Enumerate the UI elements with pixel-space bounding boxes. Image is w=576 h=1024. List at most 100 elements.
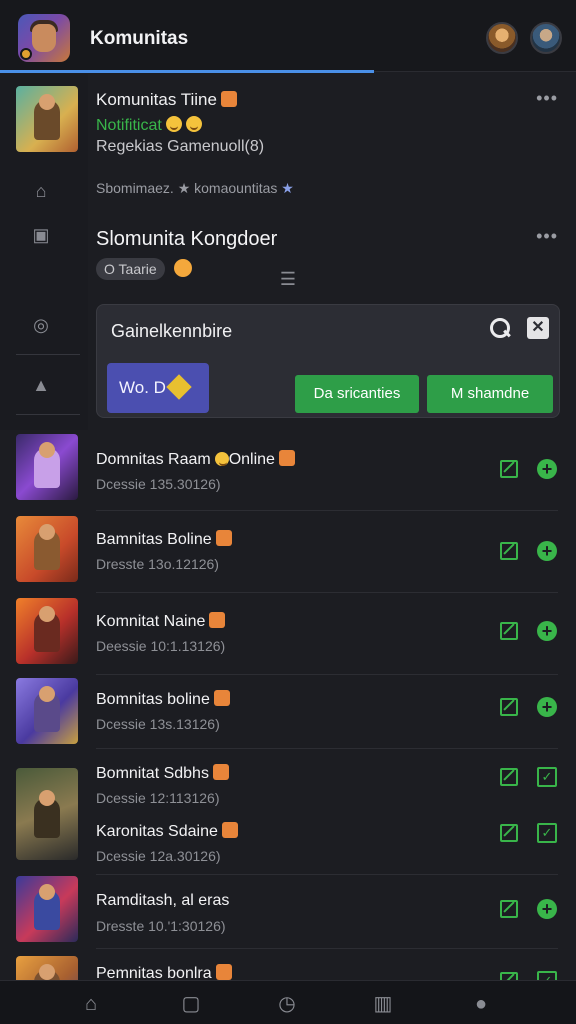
close-icon[interactable]: ✕: [527, 317, 549, 339]
secondary-action-button[interactable]: M shamdne: [427, 375, 553, 413]
list-item[interactable]: Ramditash, al eras Dresste 10.'1:30126) …: [0, 876, 576, 949]
thumbnail-figure-head: [39, 442, 55, 458]
thumbnail-figure-head: [39, 524, 55, 540]
row-title-text: Karonitas Sdaine: [96, 823, 218, 840]
thumbnail-figure-head: [39, 606, 55, 622]
list-item[interactable]: Komnitat Naine Deessie 10:1.13126) +: [0, 594, 576, 675]
row-title-text: Komnitat Naine: [96, 613, 206, 630]
row-title: Bamnitas Boline: [96, 530, 232, 549]
featured-title: Komunitas Tiine: [96, 90, 237, 110]
smile-emoji-icon: [165, 116, 182, 132]
badge-icon: [221, 822, 238, 838]
search-icon[interactable]: [489, 317, 511, 339]
star-icon: ★: [281, 180, 294, 196]
smile-emoji-icon: [185, 116, 202, 132]
edit-icon[interactable]: [500, 768, 518, 786]
row-meta: Dcessie 13s.13126): [96, 716, 220, 732]
page-title: Komunitas: [90, 28, 189, 49]
more-dots-icon[interactable]: •••: [536, 226, 558, 247]
home-icon[interactable]: ⌂: [80, 993, 102, 1015]
row-meta: Dresste 10.'1:30126): [96, 918, 226, 934]
edit-icon[interactable]: [500, 542, 518, 560]
sparkle-icon: [166, 374, 192, 400]
loading-progress-bar: [0, 70, 375, 73]
ring-icon[interactable]: ◎: [30, 314, 52, 336]
row-title-text: Bamnitas Boline: [96, 531, 212, 548]
smile-emoji-icon: [174, 259, 192, 277]
check-icon[interactable]: ✓: [537, 767, 557, 787]
thumbnail-figure-head: [39, 686, 55, 702]
edit-icon[interactable]: [500, 622, 518, 640]
cards-icon[interactable]: ▣: [30, 224, 52, 246]
row-title: Bomnitas boline: [96, 690, 230, 709]
featured-thumbnail: [16, 86, 78, 152]
list-item[interactable]: Pemnitas bonlra ✓: [0, 956, 576, 980]
top-bar: Komunitas: [0, 0, 576, 73]
row-title: Ramditash, al eras: [96, 892, 230, 909]
edit-icon[interactable]: [500, 900, 518, 918]
primary-action-button[interactable]: Da sricanties: [295, 375, 419, 413]
arrow-up-icon[interactable]: ▲: [30, 374, 52, 396]
row-divider: [96, 510, 558, 511]
badge-icon: [213, 690, 230, 706]
smile-emoji-icon: [214, 452, 229, 466]
app-icon-face: [32, 24, 56, 52]
badge-icon: [215, 530, 232, 546]
featured-meta: Sbomimaez. ★ komaountitas ★: [96, 180, 294, 197]
featured-community[interactable]: Komunitas Tiine Notifiticat Regekias Gam…: [0, 74, 576, 214]
community-list: Domnitas Raam Online Dcessie 135.30126) +…: [0, 430, 576, 980]
row-meta: Dcessie 12:113126): [96, 790, 220, 806]
row-thumbnail: [16, 598, 78, 664]
row-meta: Dcessie 12a.30126): [96, 848, 221, 864]
badge-icon: [212, 764, 229, 780]
timer-icon[interactable]: ◷: [276, 993, 298, 1015]
row-title-text: Pemnitas bonlra: [96, 965, 212, 980]
list-item[interactable]: Bamnitas Boline Dresste 13o.12126) +: [0, 512, 576, 593]
featured-title-text: Komunitas Tiine: [96, 90, 217, 109]
row-divider: [96, 674, 558, 675]
row-divider: [96, 592, 558, 593]
list-item[interactable]: Bomnitas boline Dcessie 13s.13126) +: [0, 676, 576, 749]
check-icon[interactable]: ✓: [537, 971, 557, 980]
row-title: Komnitat Naine: [96, 612, 226, 631]
row-title-suffix: Online: [228, 451, 275, 468]
thumbnail-figure-head: [39, 790, 55, 806]
chip-label: Wo. D: [119, 378, 166, 397]
row-title-text: Bomnitat Sdbhs: [96, 765, 209, 782]
featured-status: Notifiticat: [96, 116, 202, 135]
badge-icon: [220, 91, 237, 107]
edit-icon[interactable]: [500, 824, 518, 842]
row-title-text: Bomnitas boline: [96, 691, 210, 708]
add-icon[interactable]: +: [537, 541, 557, 561]
list-item[interactable]: Bomnitat Sdbhs Dcessie 12:113126) ✓ Karo…: [0, 750, 576, 875]
app-icon[interactable]: [18, 14, 70, 62]
row-meta: Deessie 10:1.13126): [96, 638, 226, 654]
row-title: Domnitas Raam Online: [96, 450, 295, 469]
avatar-secondary[interactable]: [530, 22, 562, 54]
row-thumbnail: [16, 516, 78, 582]
list-item[interactable]: Domnitas Raam Online Dcessie 135.30126) +: [0, 430, 576, 511]
add-icon[interactable]: +: [537, 459, 557, 479]
group-pill[interactable]: O Taarie: [96, 258, 165, 280]
row-thumbnail: [16, 434, 78, 500]
check-icon[interactable]: ✓: [537, 823, 557, 843]
badge-icon: [215, 964, 232, 980]
edit-icon[interactable]: [500, 460, 518, 478]
edit-icon[interactable]: [500, 698, 518, 716]
row-thumbnail: [16, 956, 78, 980]
avatar[interactable]: [486, 22, 518, 54]
user-icon[interactable]: ●: [470, 993, 492, 1015]
add-icon[interactable]: +: [537, 621, 557, 641]
edit-icon[interactable]: [500, 972, 518, 980]
game-panel: Gainelkennbire ✕ Wo. D Da sricanties M s…: [96, 304, 560, 418]
chart-icon[interactable]: ▥: [372, 993, 394, 1015]
more-dots-icon[interactable]: •••: [536, 88, 558, 109]
row-title: Bomnitat Sdbhs: [96, 764, 229, 783]
group-title: Slomunita Kongdoer: [96, 228, 278, 250]
thumbnail-figure-head: [39, 884, 55, 900]
add-icon[interactable]: +: [537, 697, 557, 717]
row-divider: [96, 948, 558, 949]
add-icon[interactable]: +: [537, 899, 557, 919]
chip-button[interactable]: Wo. D: [107, 363, 209, 413]
card-icon[interactable]: ▢: [180, 993, 202, 1015]
